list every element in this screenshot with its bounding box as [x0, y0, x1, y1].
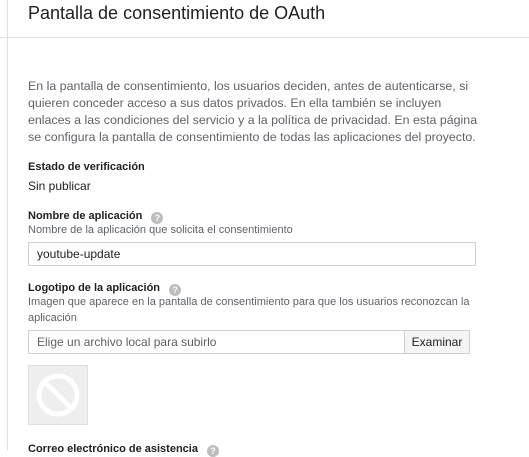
app-name-input[interactable]: youtube-update	[28, 242, 476, 266]
help-icon[interactable]: ?	[207, 445, 220, 457]
support-email-label: Correo electrónico de asistencia	[28, 443, 198, 455]
intro-description: En la pantalla de consentimiento, los us…	[28, 79, 478, 144]
no-image-icon	[36, 373, 80, 417]
left-border	[7, 0, 8, 450]
verification-status-label: Estado de verificación	[28, 161, 145, 173]
app-name-label: Nombre de aplicación	[28, 210, 143, 222]
browse-button[interactable]: Examinar	[404, 330, 470, 354]
logo-preview	[28, 365, 88, 425]
page-header: Pantalla de consentimiento de OAuth	[0, 0, 529, 38]
app-logo-label: Logotipo de la aplicación	[28, 282, 161, 294]
verification-status-value: Sin publicar	[28, 179, 91, 193]
logo-file-input[interactable]: Elige un archivo local para subirlo	[28, 330, 412, 354]
page-title: Pantalla de consentimiento de OAuth	[28, 3, 326, 23]
app-name-hint: Nombre de la aplicación que solicita el …	[28, 224, 293, 236]
app-logo-hint: Imagen que aparece en la pantalla de con…	[28, 296, 470, 324]
support-email-label-row: Correo electrónico de asistencia ?	[28, 443, 220, 457]
